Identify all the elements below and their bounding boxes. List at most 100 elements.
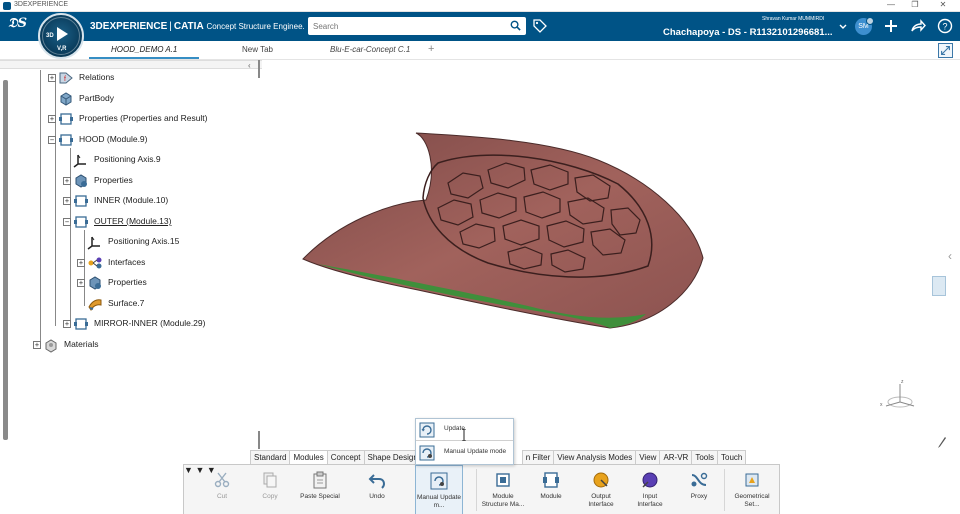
expand-toggle[interactable]: + bbox=[63, 177, 71, 185]
search-box bbox=[308, 17, 526, 35]
compass-version-label: V,R bbox=[57, 46, 67, 52]
action-label: Module bbox=[540, 493, 562, 500]
search-icon[interactable] bbox=[510, 20, 521, 31]
output-interface-button[interactable]: Output Interface bbox=[581, 465, 621, 514]
add-icon[interactable] bbox=[883, 18, 899, 34]
collab-space-context[interactable]: Chachapoya - DS - R1132101296681... bbox=[663, 27, 833, 38]
copy-button[interactable]: Copy bbox=[252, 465, 288, 514]
expand-toggle[interactable]: + bbox=[63, 197, 71, 205]
section-tab-filter[interactable]: n Filter bbox=[521, 450, 555, 464]
user-name: Shravan Kumar MUMMIRDI bbox=[762, 16, 825, 22]
proxy-button[interactable]: Proxy bbox=[681, 465, 717, 514]
axis-z-label: z bbox=[901, 379, 904, 385]
close-icon[interactable]: ✕ bbox=[936, 0, 950, 9]
partbody-icon bbox=[60, 92, 72, 106]
undo-button[interactable]: Undo bbox=[356, 465, 398, 514]
minimize-icon[interactable]: — bbox=[884, 0, 898, 9]
expand-toggle[interactable]: + bbox=[77, 279, 85, 287]
action-label: Input Interface bbox=[637, 493, 663, 508]
expand-toggle[interactable]: + bbox=[63, 320, 71, 328]
search-input[interactable] bbox=[308, 17, 498, 35]
expand-toggle[interactable]: + bbox=[48, 74, 56, 82]
section-tab-concept[interactable]: Concept bbox=[326, 450, 365, 464]
ds-logo-icon[interactable]: 𝔇S bbox=[8, 16, 27, 31]
tree-node-label: Properties (Properties and Result) bbox=[79, 113, 208, 123]
side-panel-icon[interactable] bbox=[932, 276, 946, 296]
tree-line bbox=[40, 70, 41, 346]
module-structure-button[interactable]: Module Structure Ma... bbox=[479, 465, 527, 514]
tree-node-label: MIRROR-INNER (Module.29) bbox=[94, 318, 206, 328]
tree-line bbox=[70, 148, 71, 326]
cut-button[interactable]: Cut bbox=[204, 465, 240, 514]
tree-node-label: HOOD (Module.9) bbox=[79, 134, 148, 144]
scroll-left-icon[interactable]: ‹ bbox=[248, 61, 251, 70]
hood-3d-model[interactable] bbox=[298, 128, 708, 333]
module-icon bbox=[59, 113, 73, 125]
compass-widget[interactable]: 3D V,R bbox=[38, 13, 84, 59]
action-label: Undo bbox=[369, 493, 385, 500]
axis-icon bbox=[87, 236, 100, 250]
tree-node-label: Positioning Axis.15 bbox=[108, 236, 180, 246]
manual-update-icon bbox=[430, 472, 448, 490]
tab-blu-e-car-concept[interactable]: Blu-E-car-Concept C.1 bbox=[330, 45, 410, 54]
tree-horizontal-scroll[interactable]: ‹ bbox=[0, 60, 262, 70]
pencil-icon[interactable] bbox=[937, 436, 947, 448]
tree-splitter-bottom[interactable] bbox=[258, 431, 260, 449]
action-label: Copy bbox=[262, 493, 278, 500]
section-tab-ar-vr[interactable]: AR-VR bbox=[659, 450, 693, 464]
module-icon bbox=[74, 195, 88, 207]
tree-vertical-scrollbar[interactable] bbox=[3, 80, 8, 440]
geometrical-set-icon bbox=[745, 473, 759, 487]
action-label: Geometrical Set... bbox=[734, 493, 770, 508]
section-tab-view[interactable]: View bbox=[635, 450, 661, 464]
geometrical-set-button[interactable]: Geometrical Set... bbox=[730, 465, 774, 514]
section-tab-modules[interactable]: Modules bbox=[289, 450, 328, 464]
menu-item-manual-update-mode[interactable]: Manual Update mode bbox=[416, 442, 513, 464]
tab-new-tab[interactable]: New Tab bbox=[242, 45, 273, 54]
section-tab-touch[interactable]: Touch bbox=[717, 450, 747, 464]
collapse-toggle[interactable]: − bbox=[63, 218, 71, 226]
expand-toggle[interactable]: + bbox=[48, 115, 56, 123]
manual-update-button[interactable]: Manual Update m... bbox=[415, 465, 463, 514]
undo-icon bbox=[368, 474, 386, 489]
interfaces-icon bbox=[88, 257, 102, 269]
add-tab-icon[interactable]: + bbox=[428, 43, 434, 55]
collapse-toggle[interactable]: − bbox=[48, 136, 56, 144]
help-icon[interactable]: ? bbox=[937, 18, 953, 34]
restore-icon[interactable]: ❐ bbox=[908, 0, 922, 9]
paste-dropdown-icon[interactable]: ▼ bbox=[184, 465, 193, 475]
app-brand: 3DEXPERIENCE | CATIA Concept Structure Eng… bbox=[90, 21, 305, 32]
tree-node-label: Interfaces bbox=[108, 257, 146, 267]
compass-axis-icon[interactable]: z x bbox=[876, 376, 924, 416]
tab-hood-demo[interactable]: HOOD_DEMO A.1 bbox=[88, 45, 200, 59]
tree-node-label: Materials bbox=[64, 339, 99, 349]
module-icon bbox=[543, 472, 559, 488]
tag-icon[interactable] bbox=[533, 19, 547, 33]
app-header: 𝔇S 3DEXPERIENCE | CATIA Concept Structure … bbox=[0, 12, 960, 41]
tree-splitter[interactable] bbox=[258, 60, 260, 78]
action-bar: Cut Copy Paste Special ▼ Undo ▼ Manual U… bbox=[183, 464, 780, 514]
chevron-left-icon[interactable]: ‹ bbox=[948, 249, 952, 263]
menu-item-label: Manual Update mode bbox=[444, 448, 507, 455]
chevron-down-icon[interactable] bbox=[838, 22, 848, 32]
avatar[interactable]: SM bbox=[855, 17, 874, 35]
section-tab-standard[interactable]: Standard bbox=[250, 450, 291, 464]
paste-special-button[interactable]: Paste Special bbox=[300, 465, 340, 514]
tree-node-label: PartBody bbox=[79, 93, 114, 103]
document-tabs: HOOD_DEMO A.1 New Tab Blu-E-car-Concept … bbox=[0, 41, 960, 60]
tree-node-label: INNER (Module.10) bbox=[94, 195, 169, 205]
section-tab-view-analysis-modes[interactable]: View Analysis Modes bbox=[553, 450, 637, 464]
section-tab-shape-design[interactable]: Shape Design bbox=[363, 450, 422, 464]
share-icon[interactable] bbox=[910, 18, 926, 34]
action-label: Cut bbox=[216, 493, 228, 500]
window-title-bar: 3DEXPERIENCE — ❐ ✕ bbox=[0, 0, 960, 12]
section-tab-tools[interactable]: Tools bbox=[691, 450, 719, 464]
expand-toggle[interactable]: + bbox=[77, 259, 85, 267]
module-structure-icon bbox=[496, 473, 510, 487]
separator bbox=[724, 469, 725, 511]
maximize-icon[interactable] bbox=[938, 43, 953, 58]
expand-toggle[interactable]: + bbox=[33, 341, 41, 349]
play-icon[interactable] bbox=[57, 27, 68, 41]
module-button[interactable]: Module bbox=[532, 465, 570, 514]
input-interface-button[interactable]: Input Interface bbox=[630, 465, 670, 514]
